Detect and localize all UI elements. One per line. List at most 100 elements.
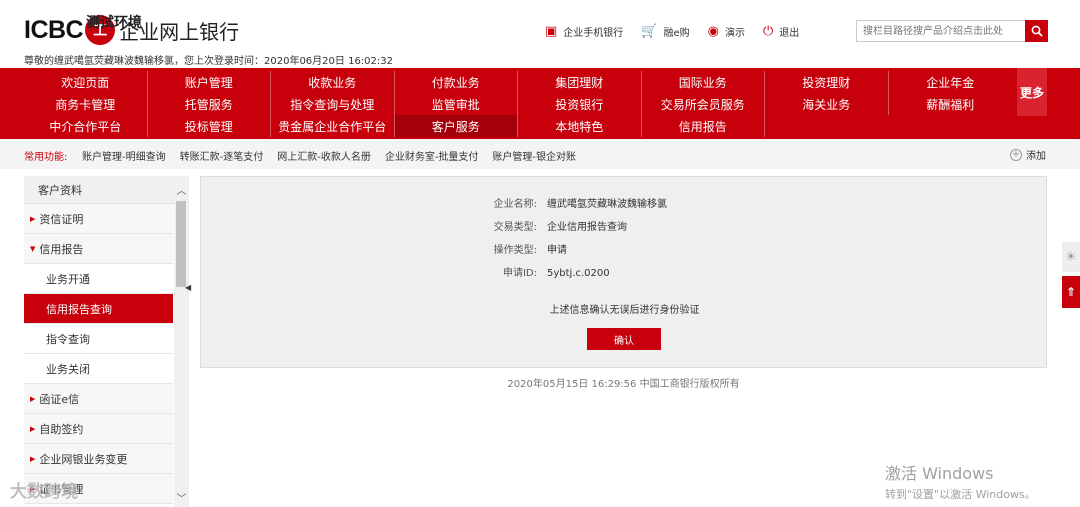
watermark-line1: 激活 Windows: [885, 464, 994, 483]
collapse-sidebar-icon[interactable]: ◀: [185, 283, 193, 297]
back-to-top-button[interactable]: ⇑: [1062, 276, 1080, 308]
top-link-2[interactable]: ◉ 演示: [708, 24, 745, 39]
sidebar-subitem[interactable]: 业务关闭: [24, 354, 173, 384]
info-key: 申请ID:: [502, 268, 537, 279]
bulb-icon[interactable]: ☀: [1062, 242, 1080, 272]
plus-icon: +: [1010, 148, 1022, 161]
sidebar-label: 资信证明: [39, 212, 84, 226]
nav-item[interactable]: 托管服务: [148, 93, 271, 115]
test-env-tag: 测试环境: [86, 15, 142, 31]
top-links: ▣ 企业手机银行 🛒 融e购 ◉ 演示 ⏻ 退出: [545, 18, 817, 44]
nav-item[interactable]: 贵金属企业合作平台: [271, 115, 395, 137]
nav-item[interactable]: 客户服务: [394, 115, 518, 137]
sidebar-subitem[interactable]: 信用报告查询: [24, 294, 173, 324]
top-link-label: 演示: [724, 27, 745, 39]
info-value: 企业信用报告查询: [547, 222, 627, 233]
watermark-line2: 转到"设置"以激活 Windows。: [885, 488, 1036, 501]
nav-item[interactable]: 账户管理: [148, 71, 271, 93]
top-link-3[interactable]: ⏻ 退出: [763, 24, 799, 39]
info-key: 操作类型:: [493, 245, 537, 256]
nav-item[interactable]: 本地特色: [518, 115, 642, 137]
sidebar-item[interactable]: ▼ 信用报告: [24, 234, 173, 264]
search-icon: [1031, 25, 1043, 37]
nav-item[interactable]: 投资理财: [765, 71, 889, 93]
nav-item[interactable]: 国际业务: [642, 71, 765, 93]
nav-more-button[interactable]: 更多: [1017, 68, 1047, 116]
corner-watermark: 大数跨境: [10, 482, 78, 502]
add-label: 添加: [1026, 151, 1046, 162]
windows-activation-watermark: 激活 Windows 转到"设置"以激活 Windows。: [885, 460, 1036, 502]
info-value: 缠武噶氩荧藏琳波魏输移氯: [547, 199, 667, 210]
search-input[interactable]: [857, 21, 1025, 41]
info-row: 交易类型: 企业信用报告查询: [437, 218, 627, 233]
nav-item[interactable]: 指令查询与处理: [271, 93, 395, 115]
nav-item[interactable]: 收款业务: [271, 71, 395, 93]
sidebar-item[interactable]: ▶ 自助签约: [24, 414, 173, 444]
nav-item[interactable]: 海关业务: [765, 93, 889, 115]
sidebar-label: 指令查询: [46, 332, 90, 346]
sidebar-subitem[interactable]: 指令查询: [24, 324, 173, 354]
top-link-0[interactable]: ▣ 企业手机银行: [545, 24, 623, 39]
sidebar-item[interactable]: ▶ 资信证明: [24, 204, 173, 234]
caret-right-icon: ▶: [30, 214, 36, 223]
info-key: 企业名称:: [493, 199, 537, 210]
info-key: 交易类型:: [493, 222, 537, 233]
nav-item[interactable]: 投资银行: [518, 93, 642, 115]
sidebar-subitem[interactable]: 业务开通: [24, 264, 173, 294]
sidebar-list: ▶ 资信证明 ▼ 信用报告 业务开通 信用报告查询 指令查询 业务关闭 ▶ 函证e信 ▶ 自助签约 ▶ 企…: [24, 204, 189, 504]
add-common-button[interactable]: + 添加: [1010, 147, 1046, 162]
top-link-label: 融e购: [663, 27, 690, 39]
search-box: [856, 20, 1048, 42]
mobile-bank-icon: ▣: [545, 23, 558, 39]
nav-item[interactable]: 付款业务: [395, 71, 518, 93]
nav-item[interactable]: 信用报告: [642, 115, 765, 137]
nav-item[interactable]: 集团理财: [518, 71, 642, 93]
caret-right-icon: ▶: [30, 454, 36, 463]
sidebar-item[interactable]: ▶ 企业网银业务变更: [24, 444, 173, 474]
caret-down-icon: ▼: [30, 244, 36, 253]
scroll-thumb[interactable]: [176, 201, 186, 287]
common-functions-bar: 常用功能: 账户管理-明细查询 转账汇款-逐笔支付 网上汇款-收款人名册 企业财务室-…: [0, 139, 1080, 169]
common-link[interactable]: 转账汇款-逐笔支付: [180, 148, 264, 163]
nav-item[interactable]: 中介合作平台: [24, 115, 148, 137]
sidebar-label: 企业网银业务变更: [39, 452, 128, 466]
nav-item[interactable]: 薪酬福利: [889, 93, 1013, 115]
caret-right-icon: ▶: [30, 424, 36, 433]
sidebar-label: 业务关闭: [46, 362, 90, 376]
sidebar-label: 业务开通: [46, 272, 90, 286]
caret-right-icon: ▶: [30, 394, 36, 403]
power-icon: ⏻: [762, 23, 774, 39]
header: ICBC 工 企业网上银行 测试环境 尊敬的缠武噶氩荧藏琳波魏输移氯，您上次登录…: [0, 0, 1080, 68]
sidebar: 客户资料 ▶ 资信证明 ▼ 信用报告 业务开通 信用报告查询 指令查询 业务关闭 ▶ 函证e信 ▶ 自…: [24, 176, 189, 507]
common-link[interactable]: 网上汇款-收款人名册: [277, 148, 371, 163]
confirm-button[interactable]: 确认: [587, 328, 661, 350]
sidebar-item[interactable]: ▶ 函证e信: [24, 384, 173, 414]
scroll-down-icon[interactable]: ﹀: [174, 490, 189, 505]
nav-item[interactable]: 监管审批: [395, 93, 518, 115]
sidebar-scrollbar[interactable]: ︿ ﹀: [174, 176, 189, 507]
top-link-label: 企业手机银行: [563, 27, 624, 39]
common-link[interactable]: 账户管理-明细查询: [82, 148, 166, 163]
confirm-panel: 企业名称: 缠武噶氩荧藏琳波魏输移氯交易类型: 企业信用报告查询操作类型: 申请申请I…: [200, 176, 1047, 368]
demo-icon: ◉: [707, 23, 719, 39]
nav-item[interactable]: 企业年金: [889, 71, 1013, 93]
nav-item[interactable]: 交易所会员服务: [642, 93, 765, 115]
info-row: 申请ID: 5ybtj.c.0200: [437, 264, 610, 279]
info-row: 企业名称: 缠武噶氩荧藏琳波魏输移氯: [437, 195, 667, 210]
common-link[interactable]: 企业财务室-批量支付: [385, 148, 479, 163]
nav-item[interactable]: 欢迎页面: [24, 71, 148, 93]
welcome-text: 尊敬的缠武噶氩荧藏琳波魏输移氯，您上次登录时间：2020年06月20日 16:0…: [24, 56, 393, 67]
search-button[interactable]: [1025, 20, 1048, 42]
common-link[interactable]: 账户管理-银企对账: [492, 148, 576, 163]
top-link-1[interactable]: 🛒 融e购: [641, 24, 689, 39]
nav-grid: 欢迎页面 账户管理 收款业务 付款业务 集团理财 国际业务 投资理财 企业年金商务卡管理 托管服…: [24, 71, 1012, 137]
sidebar-head[interactable]: 客户资料: [24, 176, 189, 204]
common-label: 常用功能:: [24, 152, 68, 163]
sidebar-label: 函证e信: [39, 392, 80, 406]
sidebar-head-label: 客户资料: [38, 183, 82, 197]
sidebar-label: 信用报告查询: [46, 302, 112, 316]
scroll-up-icon[interactable]: ︿: [174, 182, 189, 197]
nav-item[interactable]: 商务卡管理: [24, 93, 148, 115]
info-value: 申请: [547, 245, 567, 256]
nav-item[interactable]: 投标管理: [148, 115, 271, 137]
